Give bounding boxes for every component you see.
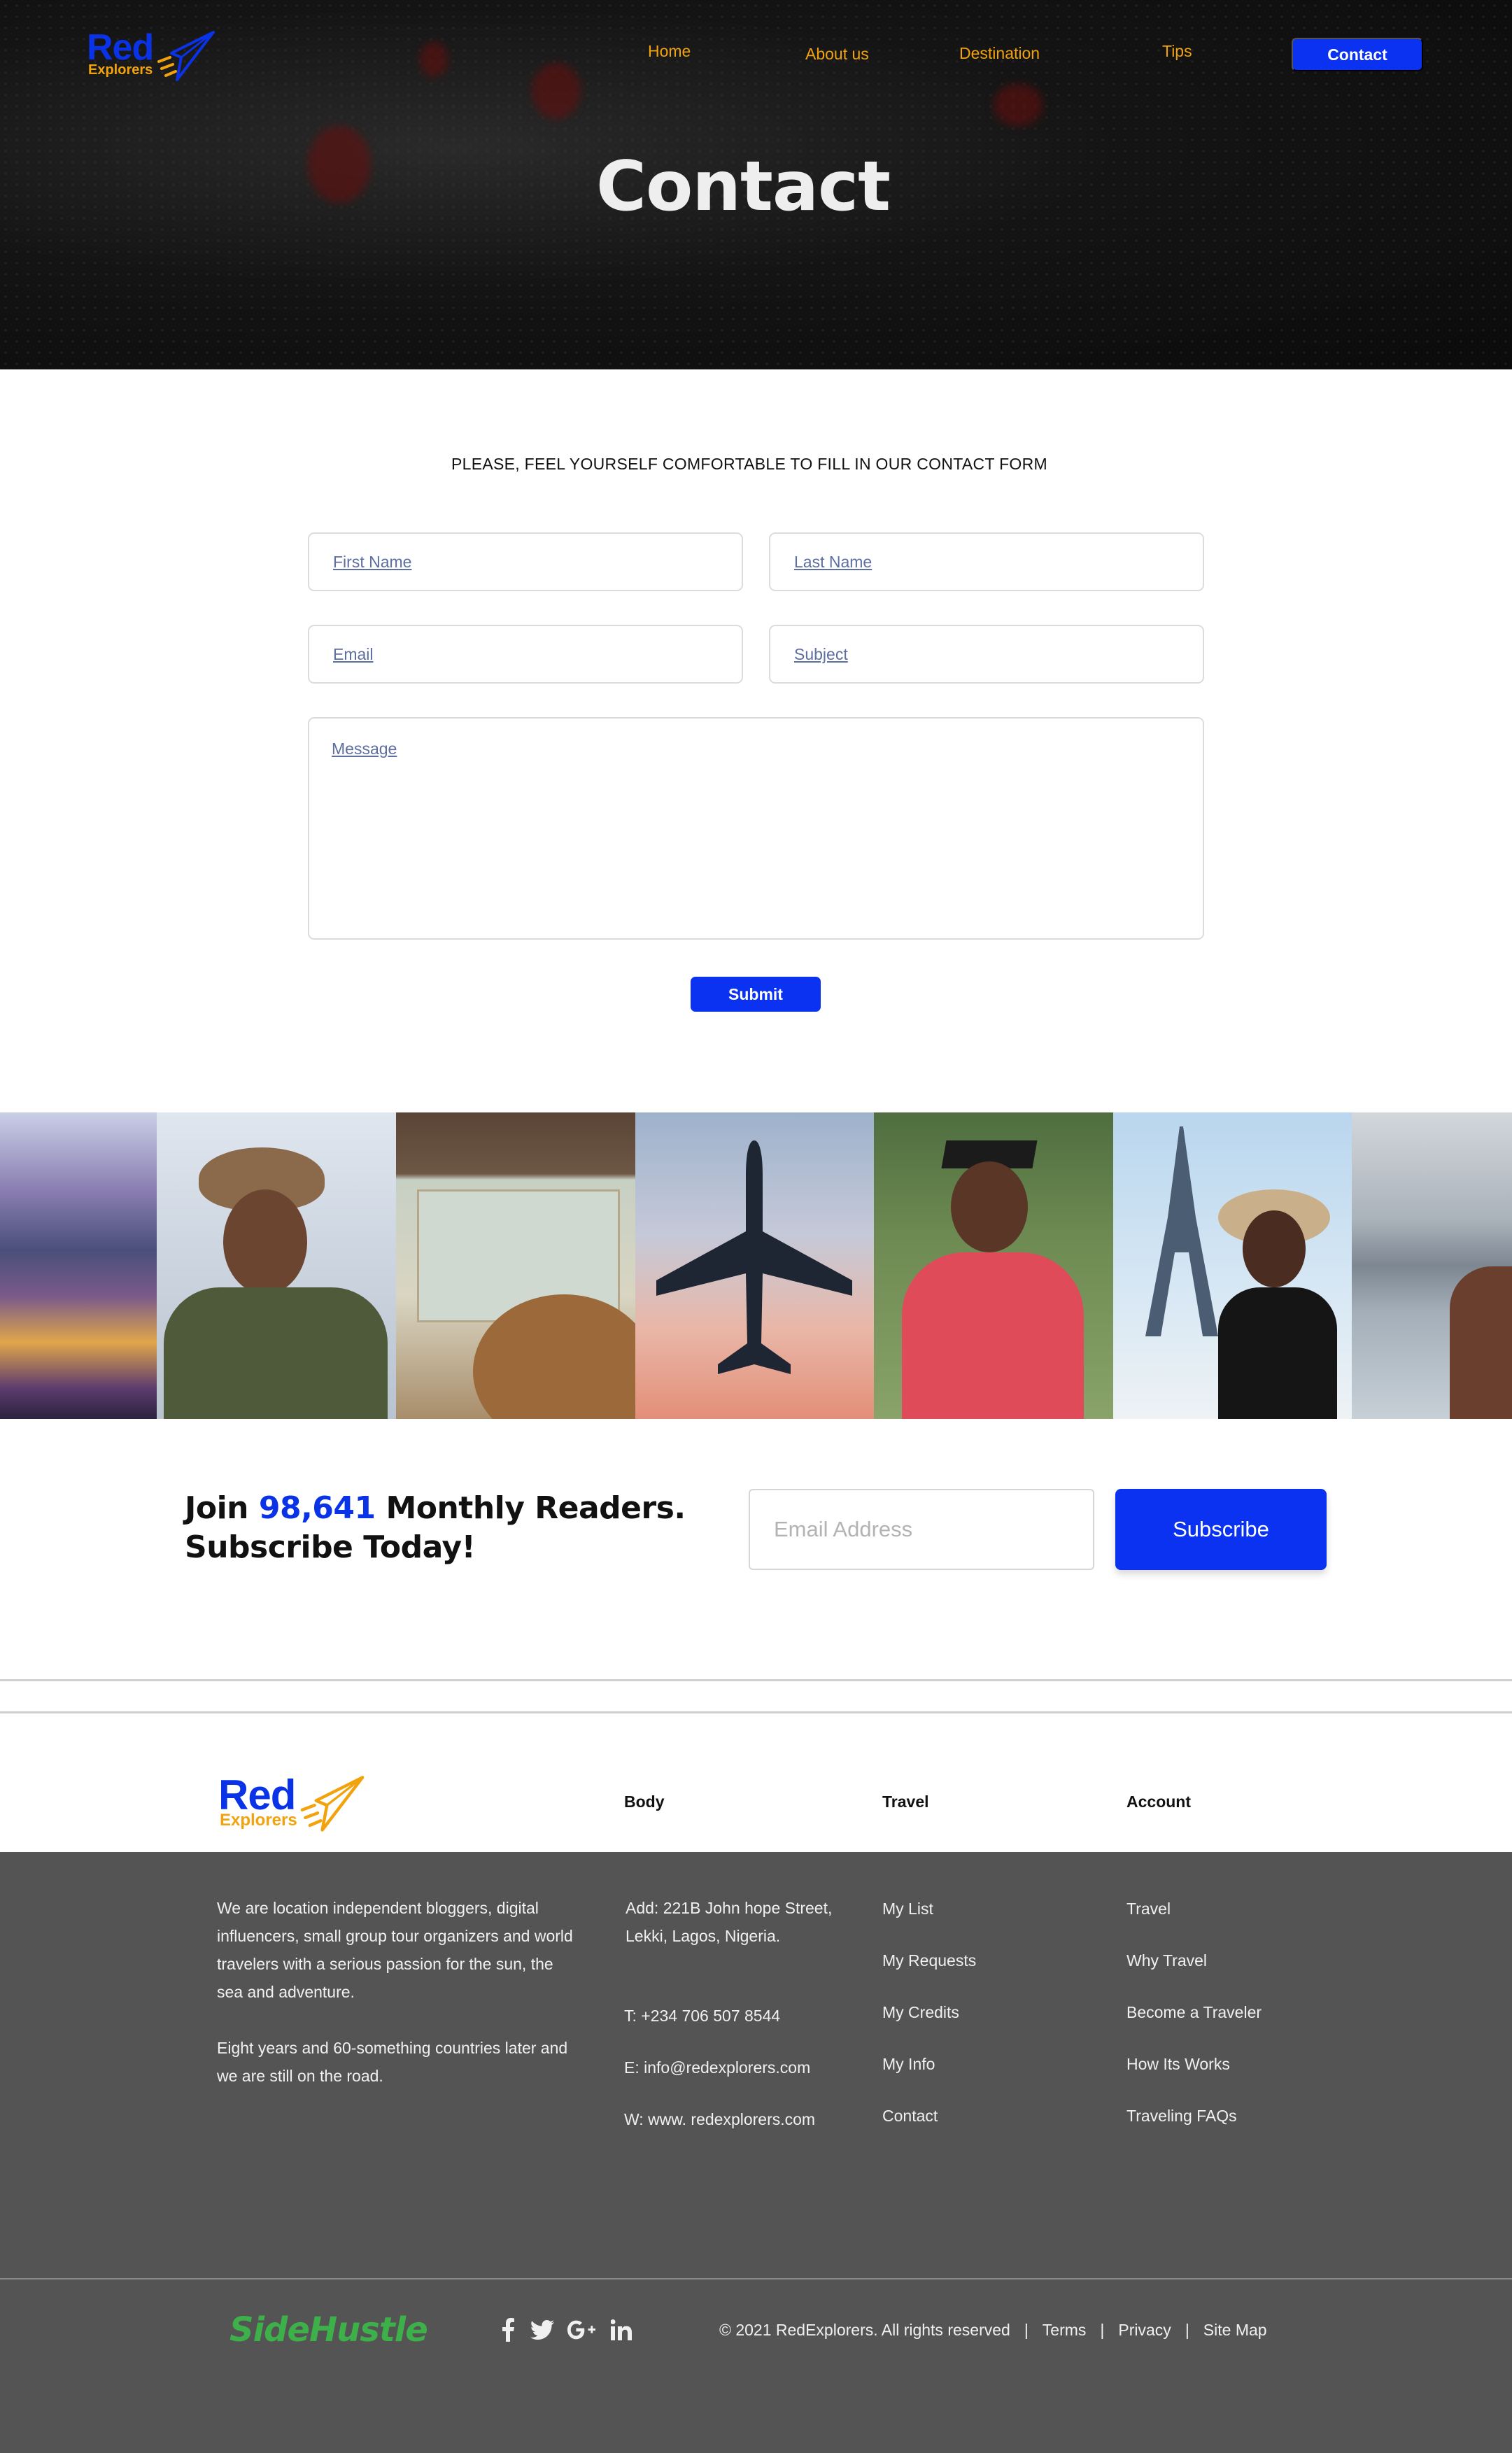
- facebook-icon[interactable]: [494, 2316, 522, 2344]
- hero-decor: [994, 84, 1043, 126]
- footer-link-why-travel[interactable]: Why Travel: [1126, 1951, 1207, 1970]
- message-textarea[interactable]: [309, 719, 1203, 938]
- paper-plane-icon: [157, 31, 216, 81]
- page-title: Contact: [596, 147, 891, 227]
- linkedin-icon[interactable]: [607, 2316, 635, 2344]
- nav-home[interactable]: Home: [648, 42, 691, 61]
- logo-subtitle: Explorers: [88, 62, 153, 78]
- hero-decor: [420, 42, 448, 77]
- footer-link-how-it-works[interactable]: How Its Works: [1126, 2055, 1230, 2074]
- footer-divider: [0, 2278, 1512, 2279]
- nav-destination[interactable]: Destination: [959, 44, 1040, 63]
- newsletter-email-input[interactable]: [750, 1490, 1093, 1569]
- subject-field[interactable]: [769, 625, 1204, 684]
- hero-banner: Red Explorers Home About us Destination …: [0, 0, 1512, 369]
- footer-address: Add: 221B John hope Street, Lekki, Lagos…: [626, 1899, 833, 1945]
- terms-link[interactable]: Terms: [1043, 2321, 1087, 2340]
- footer-phone: T: +234 706 507 8544: [624, 2007, 781, 2025]
- photo-gallery: [0, 1112, 1512, 1419]
- footer-link-travel[interactable]: Travel: [1126, 1900, 1171, 1918]
- hero-decor: [532, 63, 581, 119]
- message-field[interactable]: [308, 717, 1204, 940]
- footer-heading-travel: Travel: [882, 1793, 929, 1811]
- eiffel-tower-photo: [1113, 1112, 1352, 1419]
- site-footer: We are location independent bloggers, di…: [0, 1852, 1512, 2453]
- first-name-input[interactable]: [309, 534, 742, 590]
- woman-hat-photo: [157, 1112, 396, 1419]
- contact-button[interactable]: Contact: [1292, 38, 1423, 71]
- paper-plane-icon: [300, 1776, 365, 1832]
- coastal-town-photo: [0, 1112, 157, 1419]
- footer-heading-body: Body: [624, 1793, 665, 1811]
- email-input[interactable]: [309, 626, 742, 682]
- logo-wordmark: Red: [218, 1772, 296, 1818]
- first-name-field[interactable]: [308, 532, 743, 591]
- privacy-link[interactable]: Privacy: [1118, 2321, 1171, 2340]
- copyright-text: © 2021 RedExplorers. All rights reserved: [719, 2321, 1010, 2339]
- jacket-shape: [164, 1287, 388, 1419]
- footer-about-2: Eight years and 60-something countries l…: [217, 2039, 568, 2085]
- newsletter-email-field[interactable]: [749, 1489, 1094, 1570]
- form-intro: PLEASE, FEEL YOURSELF COMFORTABLE TO FIL…: [451, 455, 1047, 473]
- footer-link-my-list[interactable]: My List: [882, 1900, 933, 1918]
- face-shape: [951, 1161, 1028, 1252]
- footer-link-become-traveler[interactable]: Become a Traveler: [1126, 2003, 1262, 2022]
- sitemap-link[interactable]: Site Map: [1203, 2321, 1267, 2340]
- separator: |: [1100, 2321, 1105, 2339]
- face-shape: [1243, 1210, 1306, 1287]
- submit-button[interactable]: Submit: [691, 977, 821, 1012]
- subscribe-button[interactable]: Subscribe: [1115, 1489, 1327, 1570]
- footer-link-my-credits[interactable]: My Credits: [882, 2003, 959, 2022]
- airplane-icon: [656, 1140, 852, 1374]
- twitter-icon[interactable]: [528, 2316, 556, 2344]
- nav-tips[interactable]: Tips: [1162, 42, 1192, 61]
- subject-input[interactable]: [770, 626, 1203, 682]
- map-hat-photo: [396, 1112, 635, 1419]
- join-prefix: Join: [185, 1490, 249, 1526]
- footer-link-my-requests[interactable]: My Requests: [882, 1951, 976, 1970]
- last-name-input[interactable]: [770, 534, 1203, 590]
- google-plus-icon[interactable]: [567, 2316, 595, 2344]
- footer-about: We are location independent bloggers, di…: [217, 1899, 573, 2001]
- footer-link-contact[interactable]: Contact: [882, 2107, 938, 2126]
- join-suffix: Monthly Readers.: [386, 1490, 686, 1526]
- footer-link-faqs[interactable]: Traveling FAQs: [1126, 2107, 1237, 2126]
- sidehustle-logo[interactable]: SideHustle: [229, 2310, 428, 2349]
- graduate-photo: [874, 1112, 1113, 1419]
- footer-website[interactable]: W: www. redexplorers.com: [624, 2105, 815, 2133]
- nav-about[interactable]: About us: [805, 45, 869, 64]
- email-field[interactable]: [308, 625, 743, 684]
- footer-email[interactable]: E: info@redexplorers.com: [624, 2053, 810, 2081]
- separator: |: [1024, 2321, 1029, 2339]
- logo-subtitle: Explorers: [220, 1811, 297, 1830]
- divider: [0, 1711, 1512, 1713]
- person-shape: [1450, 1266, 1512, 1419]
- site-logo[interactable]: Red Explorers: [87, 29, 216, 83]
- face-shape: [223, 1189, 307, 1294]
- footer-logo[interactable]: Red Explorers: [218, 1774, 366, 1833]
- subscribe-today: Subscribe Today!: [185, 1529, 476, 1565]
- newsletter-headline: Join 98,641 Monthly Readers. Subscribe T…: [185, 1489, 686, 1567]
- lake-mountains-photo: [1352, 1112, 1512, 1419]
- last-name-field[interactable]: [769, 532, 1204, 591]
- copyright-bar: © 2021 RedExplorers. All rights reserved…: [719, 2321, 1267, 2340]
- reader-count: 98,641: [258, 1490, 376, 1526]
- dress-shape: [1218, 1287, 1337, 1419]
- logo-wordmark: Red: [87, 27, 154, 68]
- footer-link-my-info[interactable]: My Info: [882, 2055, 935, 2074]
- dress-shape: [902, 1252, 1084, 1419]
- footer-heading-account: Account: [1126, 1793, 1191, 1811]
- divider: [0, 1679, 1512, 1681]
- separator: |: [1185, 2321, 1189, 2339]
- airplane-sky-photo: [635, 1112, 874, 1419]
